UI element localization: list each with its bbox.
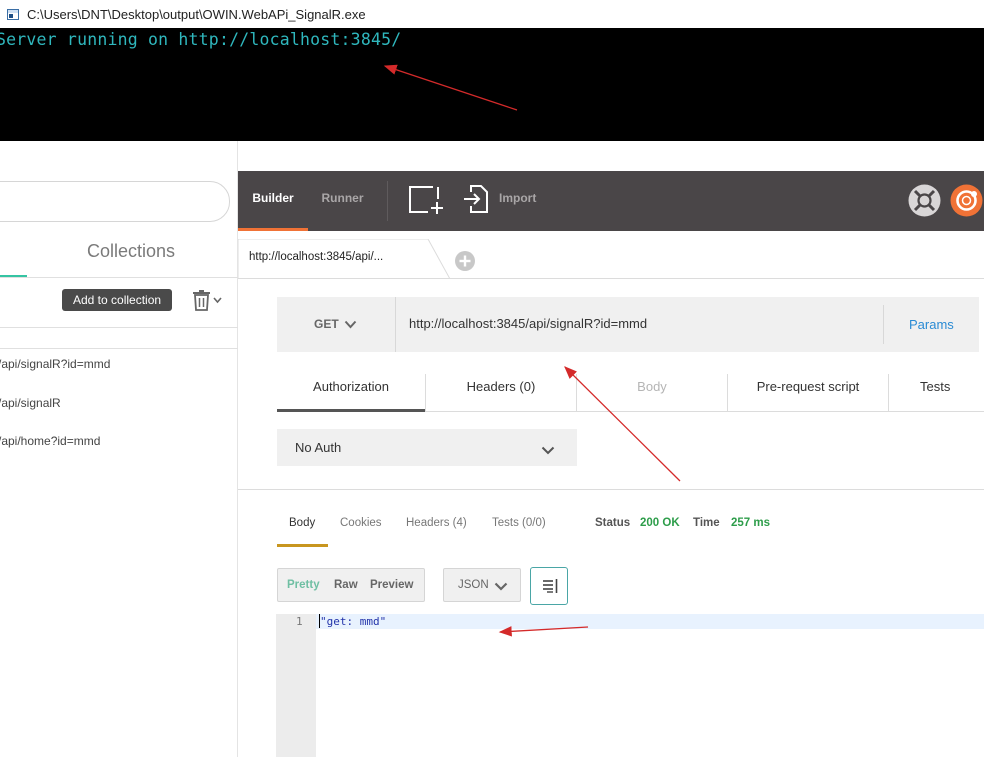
request-tabs-divider	[238, 278, 984, 279]
time-value: 257 ms	[731, 517, 771, 529]
sidebar-tab-divider	[0, 277, 238, 278]
chevron-down-icon	[494, 582, 508, 591]
response-body[interactable]: "get: mmd"	[320, 615, 386, 628]
auth-type-select[interactable]: No Auth	[277, 429, 577, 466]
chevron-down-icon[interactable]	[213, 297, 222, 304]
chevron-down-icon	[541, 446, 555, 455]
url-input[interactable]: http://localhost:3845/api/signalR?id=mmd	[409, 316, 647, 331]
request-tab-label[interactable]: http://localhost:3845/api/...	[249, 251, 383, 263]
params-divider	[883, 305, 884, 344]
editor-gutter	[276, 614, 316, 757]
sidebar: Collections Add to collection /api/signa…	[0, 141, 238, 757]
tab-authorization[interactable]: Authorization	[277, 374, 425, 413]
add-tab-icon[interactable]	[454, 250, 476, 272]
console-titlebar: C:\Users\DNT\Desktop\output\OWIN.WebAPi_…	[0, 0, 984, 28]
status-value: 200 OK	[640, 517, 680, 529]
sync-icon[interactable]	[950, 184, 983, 217]
response-tab-cookies[interactable]: Cookies	[340, 517, 382, 529]
tab-body[interactable]: Body	[577, 374, 727, 413]
console-output-line: Server running on http://localhost:3845/	[0, 30, 402, 49]
format-label: JSON	[458, 579, 489, 591]
tab-pre-request-script[interactable]: Pre-request script	[728, 374, 888, 413]
sidebar-divider	[0, 348, 238, 349]
wrap-lines-button[interactable]	[530, 567, 568, 605]
status-label: Status	[595, 517, 631, 529]
url-bar: GET http://localhost:3845/api/signalR?id…	[277, 297, 979, 352]
view-raw-button[interactable]: Raw	[334, 579, 358, 591]
import-icon[interactable]	[463, 184, 489, 214]
history-item[interactable]: /api/signalR?id=mmd	[0, 357, 110, 371]
history-item[interactable]: /api/home?id=mmd	[0, 434, 100, 448]
method-label: GET	[314, 317, 339, 331]
tab-headers[interactable]: Headers (0)	[426, 374, 576, 413]
params-button[interactable]: Params	[909, 317, 954, 332]
new-window-icon[interactable]	[408, 185, 446, 215]
history-item[interactable]: /api/signalR	[0, 396, 61, 410]
time-label: Time	[693, 517, 720, 529]
response-tab-tests[interactable]: Tests (0/0)	[492, 517, 546, 529]
auth-type-label: No Auth	[295, 440, 342, 455]
active-tab-underline	[277, 409, 425, 412]
console-output: Server running on http://localhost:3845/	[0, 28, 984, 141]
format-select[interactable]: JSON	[443, 568, 521, 602]
response-tab-body[interactable]: Body	[289, 517, 315, 529]
active-line-highlight	[316, 614, 984, 629]
trash-icon[interactable]	[192, 290, 211, 311]
response-active-tab-underline	[277, 544, 328, 547]
line-number: 1	[296, 615, 303, 628]
toolbar-divider	[387, 181, 388, 221]
console-app-icon	[7, 8, 19, 20]
view-mode-group: Pretty Raw Preview	[277, 568, 425, 602]
chevron-down-icon	[344, 320, 357, 329]
tab-runner[interactable]: Runner	[314, 171, 371, 231]
response-divider	[238, 489, 984, 490]
console-title: C:\Users\DNT\Desktop\output\OWIN.WebAPi_…	[27, 6, 366, 22]
wrap-lines-icon	[543, 579, 558, 593]
method-select[interactable]: GET	[277, 297, 396, 352]
top-toolbar: Builder Runner Import	[238, 171, 984, 231]
tab-tests[interactable]: Tests	[920, 374, 984, 413]
response-tab-headers[interactable]: Headers (4)	[406, 517, 467, 529]
interceptor-icon[interactable]	[908, 184, 941, 217]
import-button[interactable]: Import	[499, 191, 536, 205]
sidebar-divider	[0, 327, 238, 328]
view-pretty-button[interactable]: Pretty	[287, 579, 320, 591]
add-to-collection-button[interactable]: Add to collection	[62, 289, 173, 311]
tab-collections[interactable]: Collections	[87, 241, 175, 262]
tab-builder[interactable]: Builder	[238, 171, 308, 231]
sidebar-search-input[interactable]	[0, 181, 230, 222]
tab-divider	[888, 374, 889, 412]
view-preview-button[interactable]: Preview	[370, 579, 413, 591]
text-cursor	[319, 614, 320, 628]
